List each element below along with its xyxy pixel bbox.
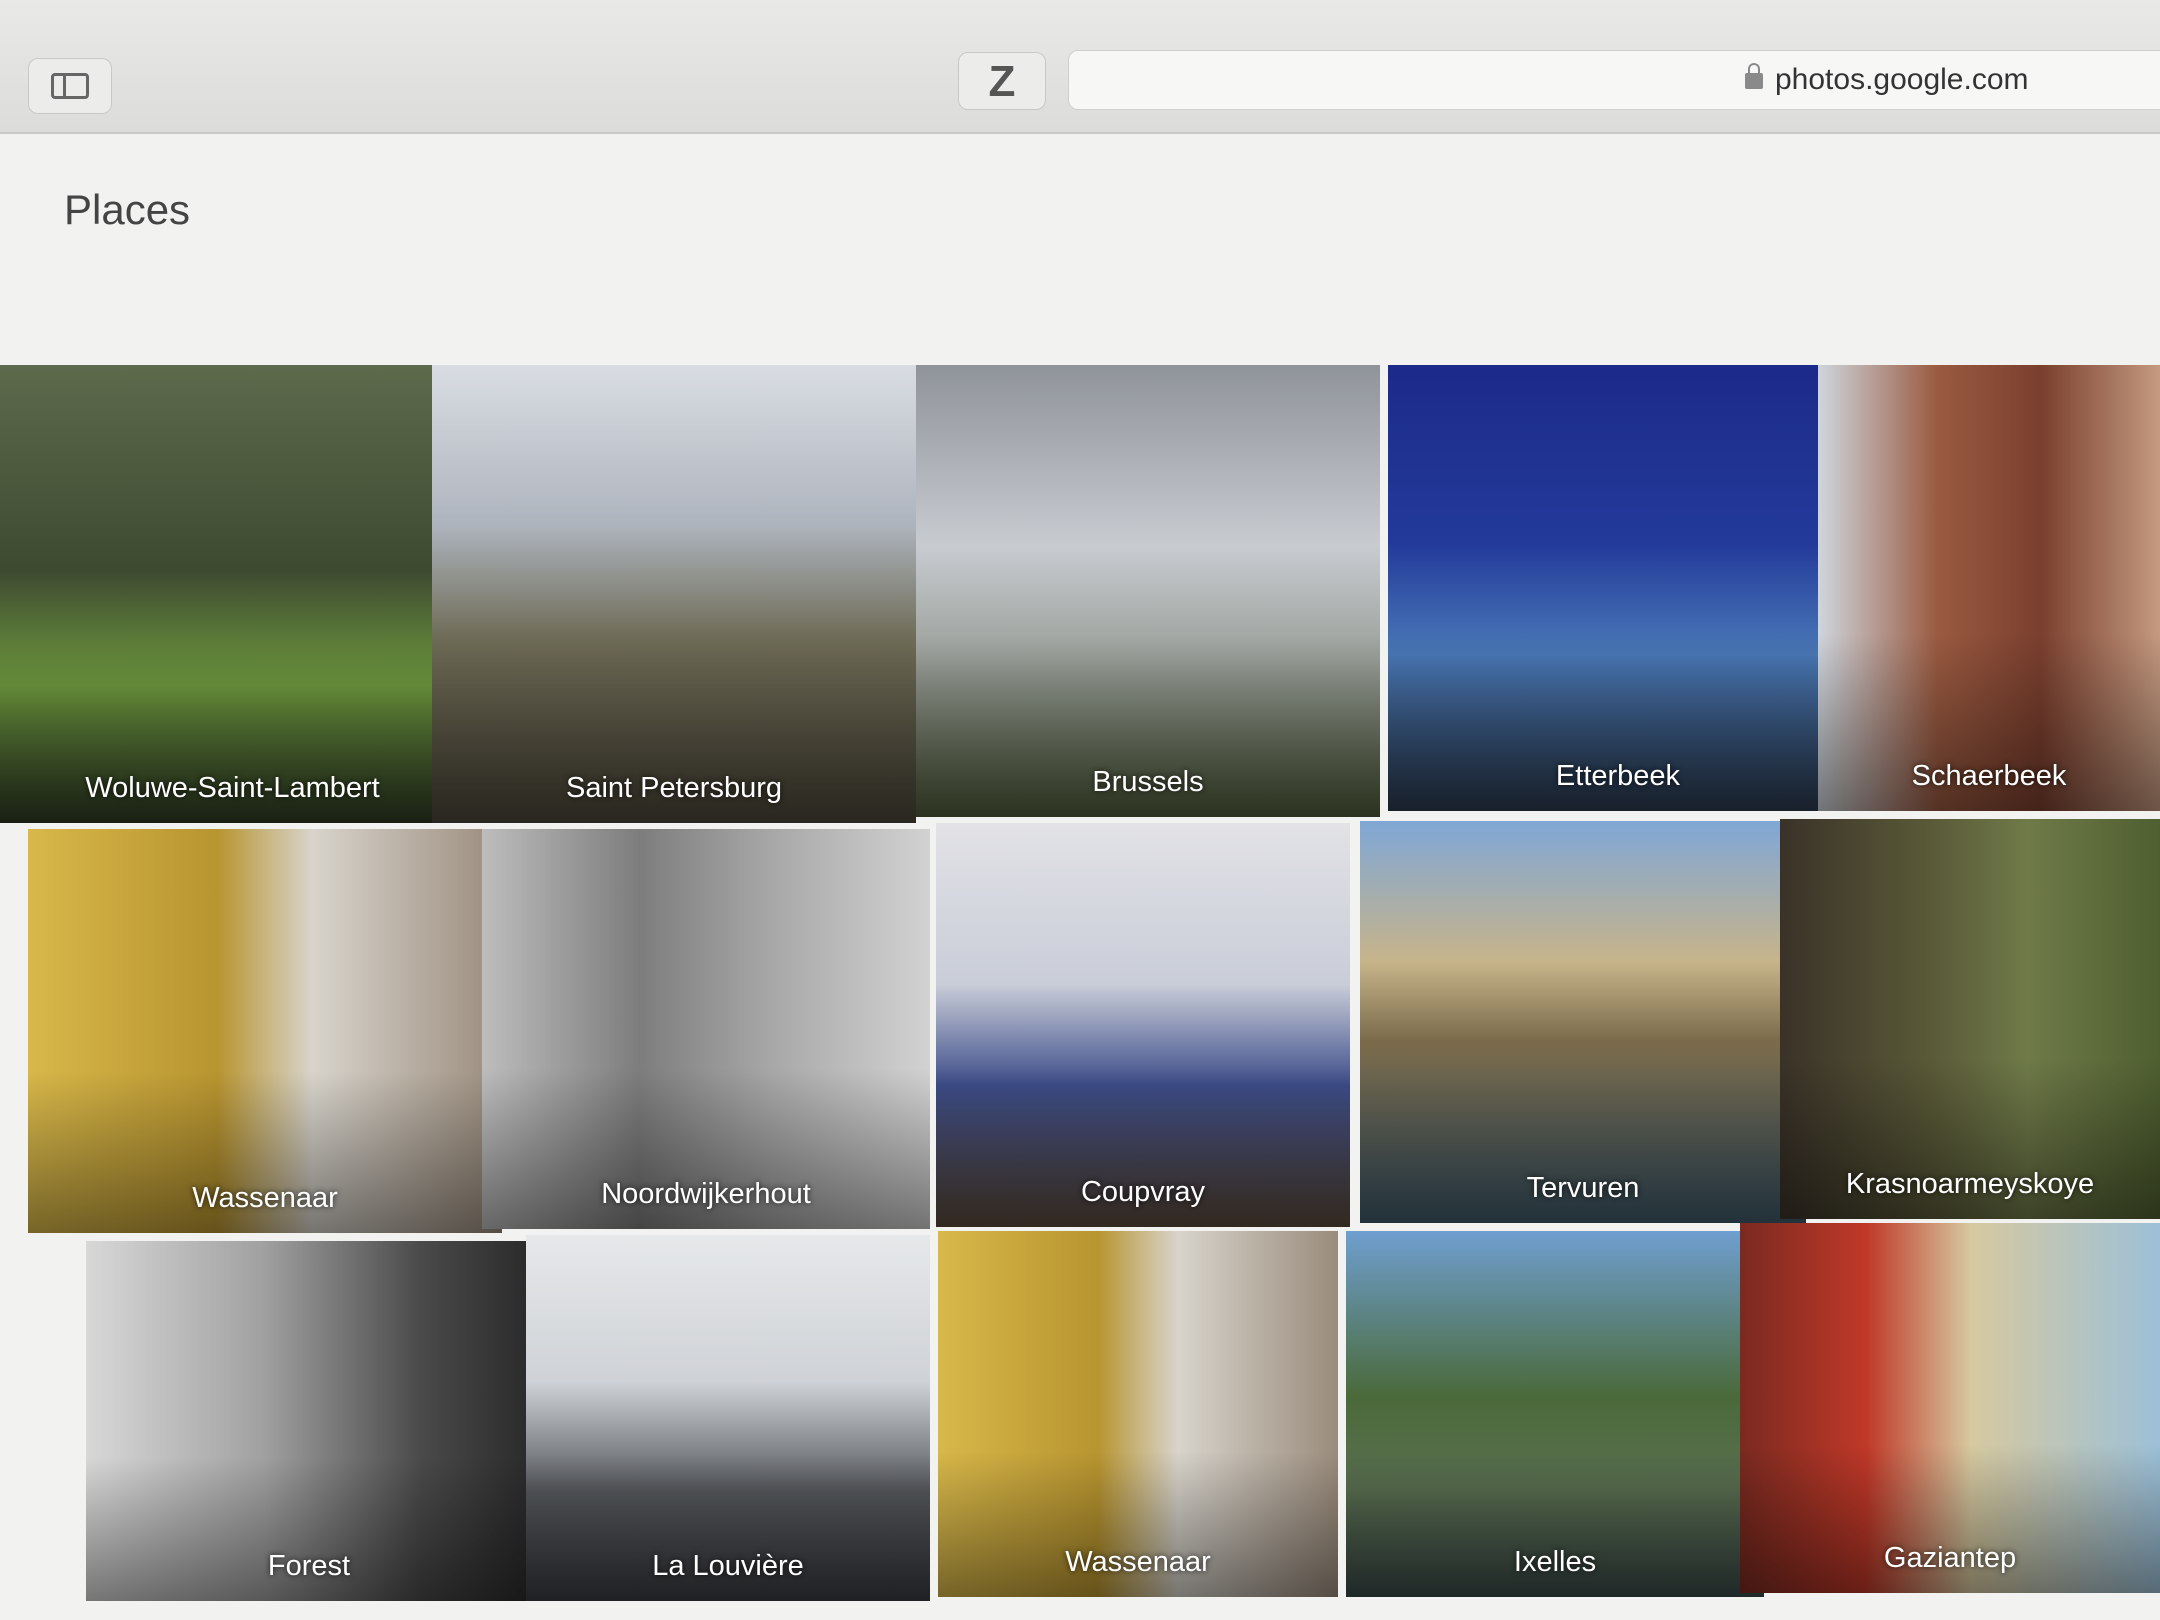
place-label: La Louvière — [652, 1550, 804, 1582]
place-label: Krasnoarmeyskoye — [1845, 1168, 2095, 1200]
place-label: Schaerbeek — [1911, 760, 2067, 792]
browser-toolbar: Z photos.google.com — [0, 0, 2160, 134]
extension-button[interactable]: Z — [958, 52, 1046, 110]
place-tile-forest[interactable]: Forest — [86, 1241, 532, 1601]
place-label: Wassenaar — [192, 1182, 338, 1214]
place-tile-noordwijkerhout[interactable]: Noordwijkerhout — [482, 829, 930, 1229]
address-bar[interactable]: photos.google.com — [1068, 50, 2160, 110]
place-label: Coupvray — [1080, 1176, 1206, 1208]
place-label: Forest — [267, 1550, 351, 1582]
place-label: Ixelles — [1513, 1546, 1597, 1578]
place-tile-ixelles[interactable]: Ixelles — [1346, 1231, 1764, 1597]
place-tile-brussels[interactable]: Brussels — [916, 365, 1380, 817]
url-text: photos.google.com — [1775, 63, 2029, 96]
sidebar-icon — [51, 73, 89, 99]
place-tile-la-louviere[interactable]: La Louvière — [526, 1235, 930, 1601]
places-grid: Woluwe-Saint-Lambert Saint Petersburg Br… — [0, 365, 2160, 1620]
place-label: Tervuren — [1526, 1172, 1640, 1204]
place-label: Noordwijkerhout — [601, 1178, 811, 1210]
place-tile-coupvray[interactable]: Coupvray — [936, 823, 1350, 1227]
place-tile-schaerbeek[interactable]: Schaerbeek — [1818, 365, 2160, 811]
place-tile-krasnoarmeyskoye[interactable]: Krasnoarmeyskoye — [1780, 819, 2160, 1219]
place-tile-etterbeek[interactable]: Etterbeek — [1388, 365, 1848, 811]
place-label: Brussels — [1092, 766, 1204, 798]
page-title: Places — [64, 186, 191, 233]
sidebar-toggle-button[interactable] — [28, 58, 112, 114]
place-tile-tervuren[interactable]: Tervuren — [1360, 821, 1806, 1223]
place-tile-saint-petersburg[interactable]: Saint Petersburg — [432, 365, 916, 823]
place-tile-gaziantep[interactable]: Gaziantep — [1740, 1223, 2160, 1593]
place-label: Woluwe-Saint-Lambert — [85, 772, 380, 804]
place-label: Gaziantep — [1883, 1542, 2017, 1574]
place-label: Etterbeek — [1555, 760, 1681, 792]
place-tile-wassenaar[interactable]: Wassenaar — [28, 829, 502, 1233]
place-tile-wassenaar-2[interactable]: Wassenaar — [938, 1231, 1338, 1597]
place-tile-woluwe-saint-lambert[interactable]: Woluwe-Saint-Lambert — [0, 365, 465, 823]
place-label: Saint Petersburg — [565, 772, 782, 804]
place-label: Wassenaar — [1065, 1546, 1211, 1578]
lock-icon — [1745, 63, 1763, 89]
